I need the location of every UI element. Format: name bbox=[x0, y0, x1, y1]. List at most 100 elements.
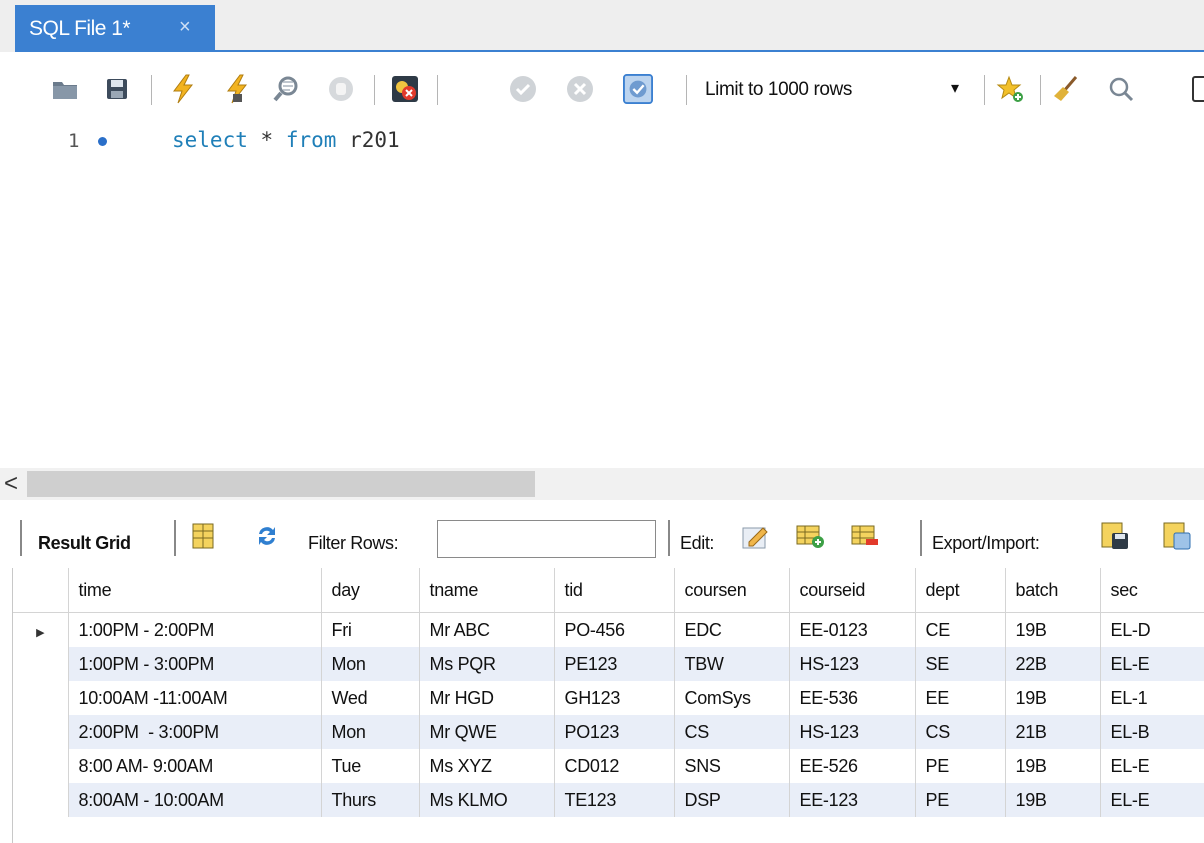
toggle-error-icon[interactable] bbox=[390, 74, 420, 104]
row-selector[interactable] bbox=[13, 681, 69, 715]
table-row[interactable]: 8:00 AM- 9:00AM Tue Ms XYZ CD012 SNS EE-… bbox=[13, 749, 1204, 783]
refresh-icon[interactable] bbox=[252, 521, 282, 551]
cell[interactable]: Wed bbox=[321, 681, 420, 715]
cell[interactable]: 8:00AM - 10:00AM bbox=[68, 783, 322, 817]
cell[interactable]: 1:00PM - 3:00PM bbox=[68, 647, 322, 681]
column-header-tname[interactable]: tname bbox=[419, 568, 555, 613]
cell[interactable]: Mr QWE bbox=[419, 715, 555, 749]
column-header-dept[interactable]: dept bbox=[915, 568, 1006, 613]
cell[interactable]: GH123 bbox=[554, 681, 675, 715]
filter-rows-input[interactable] bbox=[437, 520, 656, 558]
result-grid[interactable]: time day tname tid coursen courseid dept… bbox=[12, 568, 1204, 843]
cell[interactable]: Mr ABC bbox=[419, 612, 555, 647]
cell[interactable]: SNS bbox=[674, 749, 790, 783]
cell[interactable]: HS-123 bbox=[789, 715, 916, 749]
cell[interactable]: 1:00PM - 2:00PM bbox=[68, 612, 322, 647]
cell[interactable]: 22B bbox=[1005, 647, 1101, 681]
cell[interactable]: EL-1 bbox=[1100, 681, 1204, 715]
cell[interactable]: EL-B bbox=[1100, 715, 1204, 749]
row-selector[interactable] bbox=[13, 647, 69, 681]
execute-lightning-icon[interactable] bbox=[168, 74, 198, 104]
column-header-day[interactable]: day bbox=[321, 568, 420, 613]
result-grid-tab[interactable]: Result Grid bbox=[38, 533, 131, 554]
cell[interactable]: PO-456 bbox=[554, 612, 675, 647]
cell[interactable]: SE bbox=[915, 647, 1006, 681]
cell[interactable]: 10:00AM -11:00AM bbox=[68, 681, 322, 715]
table-row[interactable]: ▶ 1:00PM - 2:00PM Fri Mr ABC PO-456 EDC … bbox=[13, 612, 1204, 647]
column-header-coursen[interactable]: coursen bbox=[674, 568, 790, 613]
column-header-tid[interactable]: tid bbox=[554, 568, 675, 613]
row-selector-header[interactable] bbox=[13, 568, 69, 613]
cell[interactable]: EL-E bbox=[1100, 647, 1204, 681]
find-magnifier-icon[interactable] bbox=[1106, 74, 1136, 104]
cell[interactable]: CE bbox=[915, 612, 1006, 647]
cell[interactable]: TBW bbox=[674, 647, 790, 681]
table-row[interactable]: 1:00PM - 3:00PM Mon Ms PQR PE123 TBW HS-… bbox=[13, 647, 1204, 681]
save-icon[interactable] bbox=[102, 74, 132, 104]
commit-check-icon[interactable] bbox=[508, 74, 538, 104]
cell[interactable]: EDC bbox=[674, 612, 790, 647]
execute-current-lightning-icon[interactable] bbox=[222, 74, 252, 104]
cell[interactable]: Tue bbox=[321, 749, 420, 783]
cell[interactable]: 19B bbox=[1005, 783, 1101, 817]
cell[interactable]: CD012 bbox=[554, 749, 675, 783]
cell[interactable]: Mon bbox=[321, 715, 420, 749]
scroll-left-arrow-icon[interactable]: < bbox=[4, 470, 18, 498]
cell[interactable]: EL-D bbox=[1100, 612, 1204, 647]
cell[interactable]: Ms KLMO bbox=[419, 783, 555, 817]
column-header-courseid[interactable]: courseid bbox=[789, 568, 916, 613]
cell[interactable]: 21B bbox=[1005, 715, 1101, 749]
table-row[interactable]: 2:00PM - 3:00PM Mon Mr QWE PO123 CS HS-1… bbox=[13, 715, 1204, 749]
table-row[interactable]: 8:00AM - 10:00AM Thurs Ms KLMO TE123 DSP… bbox=[13, 783, 1204, 817]
limit-rows-select[interactable]: Limit to 1000 rows ▾ bbox=[695, 70, 973, 108]
column-header-time[interactable]: time bbox=[68, 568, 322, 613]
rollback-x-icon[interactable] bbox=[565, 74, 595, 104]
stop-hand-icon[interactable] bbox=[326, 74, 356, 104]
cell[interactable]: PE bbox=[915, 749, 1006, 783]
cell[interactable]: 19B bbox=[1005, 612, 1101, 647]
cell[interactable]: TE123 bbox=[554, 783, 675, 817]
import-icon[interactable] bbox=[1162, 521, 1192, 551]
add-row-icon[interactable] bbox=[795, 521, 825, 551]
row-selector[interactable] bbox=[13, 715, 69, 749]
cell[interactable]: 8:00 AM- 9:00AM bbox=[68, 749, 322, 783]
cell[interactable]: PE bbox=[915, 783, 1006, 817]
scrollbar-thumb[interactable] bbox=[27, 471, 535, 497]
cell[interactable]: Mon bbox=[321, 647, 420, 681]
sql-statement[interactable]: select * from r201 bbox=[172, 128, 400, 152]
cell[interactable]: Mr HGD bbox=[419, 681, 555, 715]
cell[interactable]: Thurs bbox=[321, 783, 420, 817]
edit-pencil-icon[interactable] bbox=[741, 521, 771, 551]
cell[interactable]: PO123 bbox=[554, 715, 675, 749]
autocommit-toggle-icon[interactable] bbox=[623, 74, 653, 104]
cell[interactable]: 19B bbox=[1005, 681, 1101, 715]
horizontal-scrollbar[interactable]: < bbox=[0, 468, 1204, 500]
tab-sql-file[interactable]: SQL File 1* × bbox=[15, 5, 215, 51]
cell[interactable]: PE123 bbox=[554, 647, 675, 681]
cell[interactable]: Ms XYZ bbox=[419, 749, 555, 783]
cell[interactable]: 19B bbox=[1005, 749, 1101, 783]
row-selector[interactable]: ▶ bbox=[13, 612, 69, 647]
cell[interactable]: DSP bbox=[674, 783, 790, 817]
open-folder-icon[interactable] bbox=[50, 74, 80, 104]
cell[interactable]: CS bbox=[915, 715, 1006, 749]
cell[interactable]: EE bbox=[915, 681, 1006, 715]
cell[interactable]: ComSys bbox=[674, 681, 790, 715]
delete-row-icon[interactable] bbox=[850, 521, 880, 551]
cell[interactable]: EE-536 bbox=[789, 681, 916, 715]
export-icon[interactable] bbox=[1100, 521, 1130, 551]
column-header-batch[interactable]: batch bbox=[1005, 568, 1101, 613]
cell[interactable]: Ms PQR bbox=[419, 647, 555, 681]
table-row[interactable]: 10:00AM -11:00AM Wed Mr HGD GH123 ComSys… bbox=[13, 681, 1204, 715]
cell[interactable]: Fri bbox=[321, 612, 420, 647]
row-selector[interactable] bbox=[13, 783, 69, 817]
invisible-chars-icon[interactable] bbox=[1186, 74, 1204, 104]
cell[interactable]: EE-123 bbox=[789, 783, 916, 817]
row-selector[interactable] bbox=[13, 749, 69, 783]
cell[interactable]: EE-526 bbox=[789, 749, 916, 783]
cell[interactable]: EE-0123 bbox=[789, 612, 916, 647]
cell[interactable]: EL-E bbox=[1100, 749, 1204, 783]
cell[interactable]: EL-E bbox=[1100, 783, 1204, 817]
cell[interactable]: 2:00PM - 3:00PM bbox=[68, 715, 322, 749]
cell[interactable]: CS bbox=[674, 715, 790, 749]
